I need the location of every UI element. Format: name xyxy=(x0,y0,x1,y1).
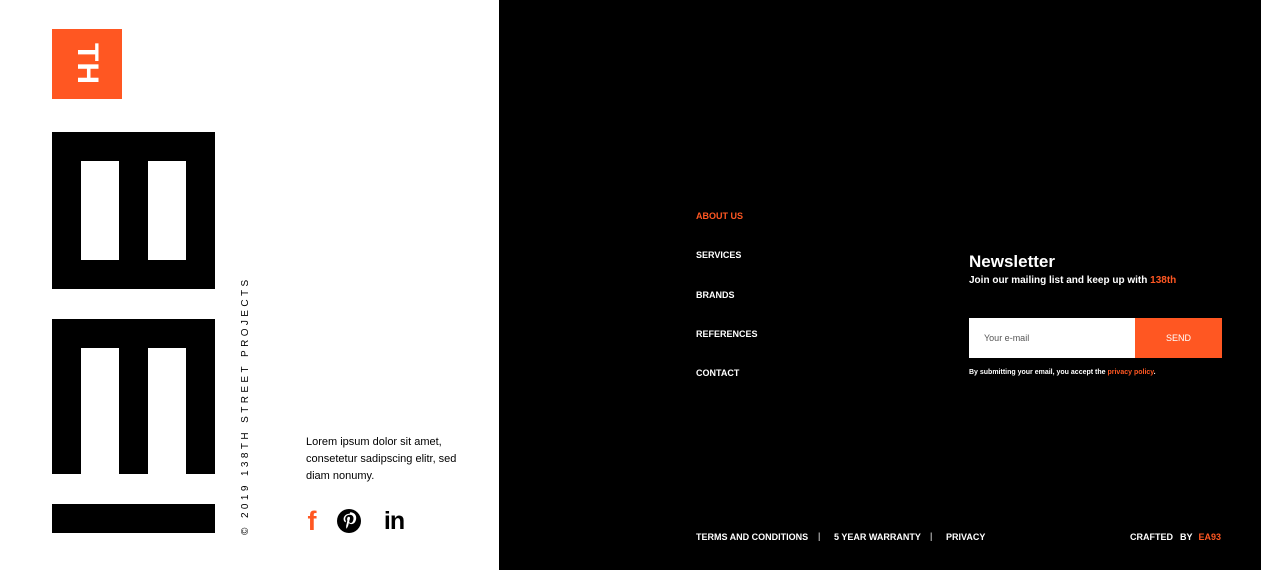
newsletter-title: Newsletter xyxy=(969,252,1055,271)
newsletter-subtitle: Join our mailing list and keep up with 1… xyxy=(969,275,1176,286)
send-button[interactable]: SEND xyxy=(1135,318,1222,358)
copyright-vertical: © 2019 138TH STREET PROJECTS xyxy=(240,276,251,535)
nav-item-services[interactable]: SERVICES xyxy=(696,250,741,260)
brand-logo-mark xyxy=(52,132,215,533)
footer-separator: | xyxy=(818,531,821,541)
privacy-policy-link[interactable]: privacy policy xyxy=(1107,369,1153,376)
linkedin-link[interactable]: in xyxy=(379,507,409,535)
consent-text: By submitting your email, you accept the… xyxy=(969,369,1156,376)
logo-badge-text: TH xyxy=(71,43,104,85)
agency-link[interactable]: EA93 xyxy=(1199,532,1222,542)
crafted-by: CRAFTED BY EA93 xyxy=(1130,532,1221,542)
facebook-icon: f xyxy=(307,505,317,536)
pinterest-icon xyxy=(337,509,361,533)
consent-suffix: . xyxy=(1153,369,1156,376)
facebook-link[interactable]: f xyxy=(300,505,324,536)
footer-link-warranty[interactable]: 5 YEAR WARRANTY xyxy=(834,532,921,542)
logo-badge[interactable]: TH xyxy=(52,29,122,99)
left-panel: TH © 2019 138TH STREET PROJECTS Lorem ip… xyxy=(0,0,499,570)
footer-link-privacy[interactable]: PRIVACY xyxy=(946,532,985,542)
newsletter-subtitle-highlight: 138th xyxy=(1150,275,1177,286)
linkedin-icon: in xyxy=(383,506,405,535)
newsletter-subtitle-text: Join our mailing list and keep up with xyxy=(969,275,1151,286)
footer-link-terms[interactable]: TERMS AND CONDITIONS xyxy=(696,532,808,542)
nav-item-brands[interactable]: BRANDS xyxy=(696,290,735,300)
nav-item-references[interactable]: REFERENCES xyxy=(696,329,758,339)
footer-separator: | xyxy=(930,531,933,541)
email-input[interactable] xyxy=(969,318,1135,358)
about-blurb: Lorem ipsum dolor sit amet, consetetur s… xyxy=(306,436,457,482)
pinterest-link[interactable] xyxy=(336,507,362,535)
crafted-label: CRAFTED xyxy=(1130,532,1173,542)
crafted-by-label: BY xyxy=(1180,532,1193,542)
nav-item-contact[interactable]: CONTACT xyxy=(696,368,739,378)
consent-prefix: By submitting your email, you accept the xyxy=(969,369,1108,376)
nav-item-about-us[interactable]: ABOUT US xyxy=(696,211,743,221)
